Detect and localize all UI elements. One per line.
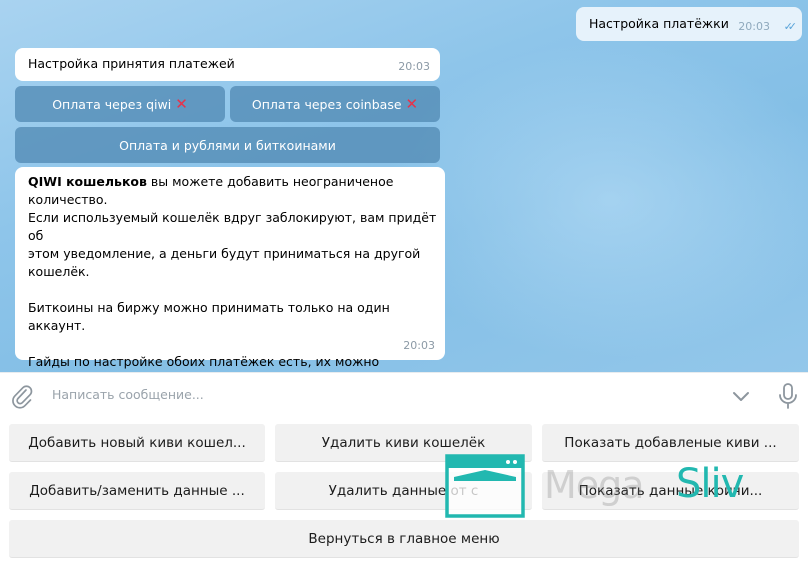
inline-button-pay-qiwi[interactable]: Оплата через qiwi ✕ (15, 86, 225, 122)
outgoing-message[interactable]: Настройка платёжки 20:03 ✓✓ (576, 7, 802, 41)
inline-button-pay-coinbase[interactable]: Оплата через coinbase ✕ (230, 86, 440, 122)
bot-message-header-text: Настройка принятия платежей (28, 56, 235, 71)
cross-mark-icon: ✕ (405, 95, 419, 113)
keyboard-button-replace-data[interactable]: Добавить/заменить данные ... (9, 472, 265, 510)
chat-area: Настройка платёжки 20:03 ✓✓ Настройка пр… (0, 0, 808, 372)
inline-button-pay-coinbase-label: Оплата через coinbase (251, 96, 402, 112)
keyboard-button-main-menu[interactable]: Вернуться в главное меню (9, 520, 799, 558)
outgoing-message-text: Настройка платёжки (589, 16, 729, 31)
message-input-bar: Написать сообщение... (0, 372, 808, 418)
read-checks-icon: ✓✓ (783, 20, 798, 33)
keyboard-button-delete-data[interactable]: Удалить данные от с (275, 472, 532, 510)
bot-message-info[interactable]: QIWI кошельков вы можете добавить неогра… (15, 167, 445, 369)
outgoing-message-time: 20:03 (738, 20, 770, 33)
keyboard-button-add-qiwi[interactable]: Добавить новый киви кошел... (9, 424, 265, 462)
inline-button-pay-qiwi-label: Оплата через qiwi (52, 96, 172, 112)
message-input[interactable]: Написать сообщение... (52, 387, 204, 402)
bot-message-info-bold: QIWI кошельков (28, 174, 147, 189)
microphone-icon[interactable] (776, 381, 800, 411)
chevron-down-icon[interactable] (730, 385, 752, 407)
cross-mark-icon: ✕ (175, 95, 188, 113)
keyboard-button-delete-qiwi[interactable]: Удалить киви кошелёк (275, 424, 532, 462)
keyboard-button-show-qiwi[interactable]: Показать добавленые киви ... (542, 424, 799, 462)
bot-message-header[interactable]: Настройка принятия платежей 20:03 (15, 48, 440, 81)
reply-keyboard: Добавить новый киви кошел... Удалить кив… (0, 418, 808, 563)
inline-button-pay-both[interactable]: Оплата и рублями и биткоинами (15, 127, 440, 163)
bot-message-info-body: QIWI кошельков вы можете добавить неогра… (28, 173, 438, 372)
attach-icon[interactable] (10, 383, 34, 409)
keyboard-button-show-data[interactable]: Показать данные коичи... (542, 472, 799, 510)
bot-message-info-text: вы можете добавить неограниченое количес… (28, 174, 437, 369)
bot-message-info-time: 20:03 (403, 339, 435, 352)
inline-button-pay-both-label: Оплата и рублями и биткоинами (119, 137, 336, 153)
bot-message-header-time: 20:03 (398, 60, 430, 73)
